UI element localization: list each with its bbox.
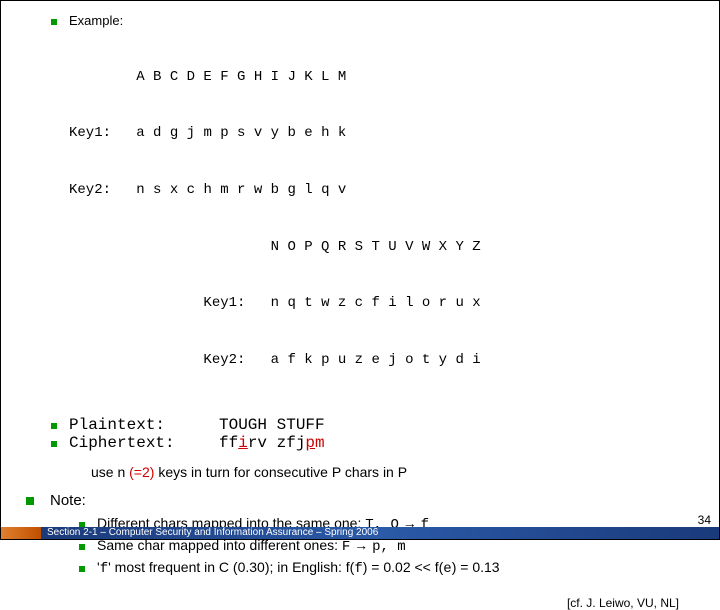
cipher-table-1: A B C D E F G H I J K L M Key1: a d g j … xyxy=(69,30,689,408)
ct-p: p xyxy=(305,434,315,452)
note-3-text: 'f' most frequent in C (0.30); in Englis… xyxy=(97,559,500,579)
ct-i: i xyxy=(238,434,248,452)
ciphertext-value: ffirv zfjpm xyxy=(219,434,325,452)
key1-row-1: a d g j m p s v y b e h k xyxy=(136,125,346,141)
bullet-icon xyxy=(79,566,85,572)
use-n-paren: (=2) xyxy=(129,464,158,480)
page-number: 34 xyxy=(698,513,711,527)
ct-ff: ff xyxy=(219,434,238,452)
example-label: Example: xyxy=(69,13,123,28)
key1-label-2: Key1: xyxy=(203,295,245,311)
bullet-icon xyxy=(51,423,57,429)
note-item-3: 'f' most frequent in C (0.30); in Englis… xyxy=(51,559,689,579)
key2-row-2: a f k p u z e j o t y d i xyxy=(271,352,481,368)
key1-label-1: Key1: xyxy=(69,125,111,141)
ciphertext-label: Ciphertext: xyxy=(69,434,219,452)
plaintext-label: Plaintext: xyxy=(69,416,219,434)
alphabet-row-2: N O P Q R S T U V W X Y Z xyxy=(271,239,481,255)
slide-container: Example: A B C D E F G H I J K L M Key1:… xyxy=(0,0,720,540)
alphabet-row-1: A B C D E F G H I J K L M xyxy=(136,69,346,85)
footer-blue-bar: Section 2-1 – Computer Security and Info… xyxy=(41,527,719,539)
footer-orange-bar xyxy=(1,527,41,539)
example-bullet: Example: xyxy=(51,13,689,28)
n3-f1: f xyxy=(100,561,108,577)
n2-F: F xyxy=(342,539,350,555)
n2-pm: p, m xyxy=(372,539,406,555)
n2a: Same char mapped into different ones: xyxy=(97,537,342,553)
bullet-icon xyxy=(51,19,57,25)
note-label: Note: xyxy=(50,492,86,509)
bullet-icon xyxy=(79,544,85,550)
slide-footer: 34 Section 2-1 – Computer Security and I… xyxy=(1,511,719,539)
key2-label-2: Key2: xyxy=(203,352,245,368)
n3d: ) = 0.13 xyxy=(452,559,500,575)
n2-arrow: → xyxy=(350,537,372,553)
citation: [cf. J. Leiwo, VU, NL] xyxy=(51,596,679,610)
n3b: ' most frequent in C (0.30); in English:… xyxy=(108,559,354,575)
ct-mid: rv zfj xyxy=(248,434,306,452)
use-n-post: keys in turn for consecutive P chars in … xyxy=(158,464,407,480)
footer-text: Section 2-1 – Computer Security and Info… xyxy=(47,527,378,538)
key2-row-1: n s x c h m r w b g l q v xyxy=(136,182,346,198)
plaintext-ciphertext-block: Plaintext: TOUGH STUFF Ciphertext: ffirv… xyxy=(51,416,689,452)
n3-f2: f xyxy=(354,561,362,577)
note-header: Note: xyxy=(26,492,689,509)
bullet-icon xyxy=(26,497,34,505)
use-n-pre: use n xyxy=(91,464,129,480)
key1-row-2: n q t w z c f i l o r u x xyxy=(271,295,481,311)
key2-label-1: Key2: xyxy=(69,182,111,198)
use-n-text: use n (=2) keys in turn for consecutive … xyxy=(91,464,689,480)
plaintext-value: TOUGH STUFF xyxy=(219,416,325,434)
ct-m: m xyxy=(315,434,325,452)
bullet-icon xyxy=(51,441,57,447)
n3-e: e xyxy=(443,561,451,577)
n3c: ) = 0.02 << f( xyxy=(363,559,444,575)
